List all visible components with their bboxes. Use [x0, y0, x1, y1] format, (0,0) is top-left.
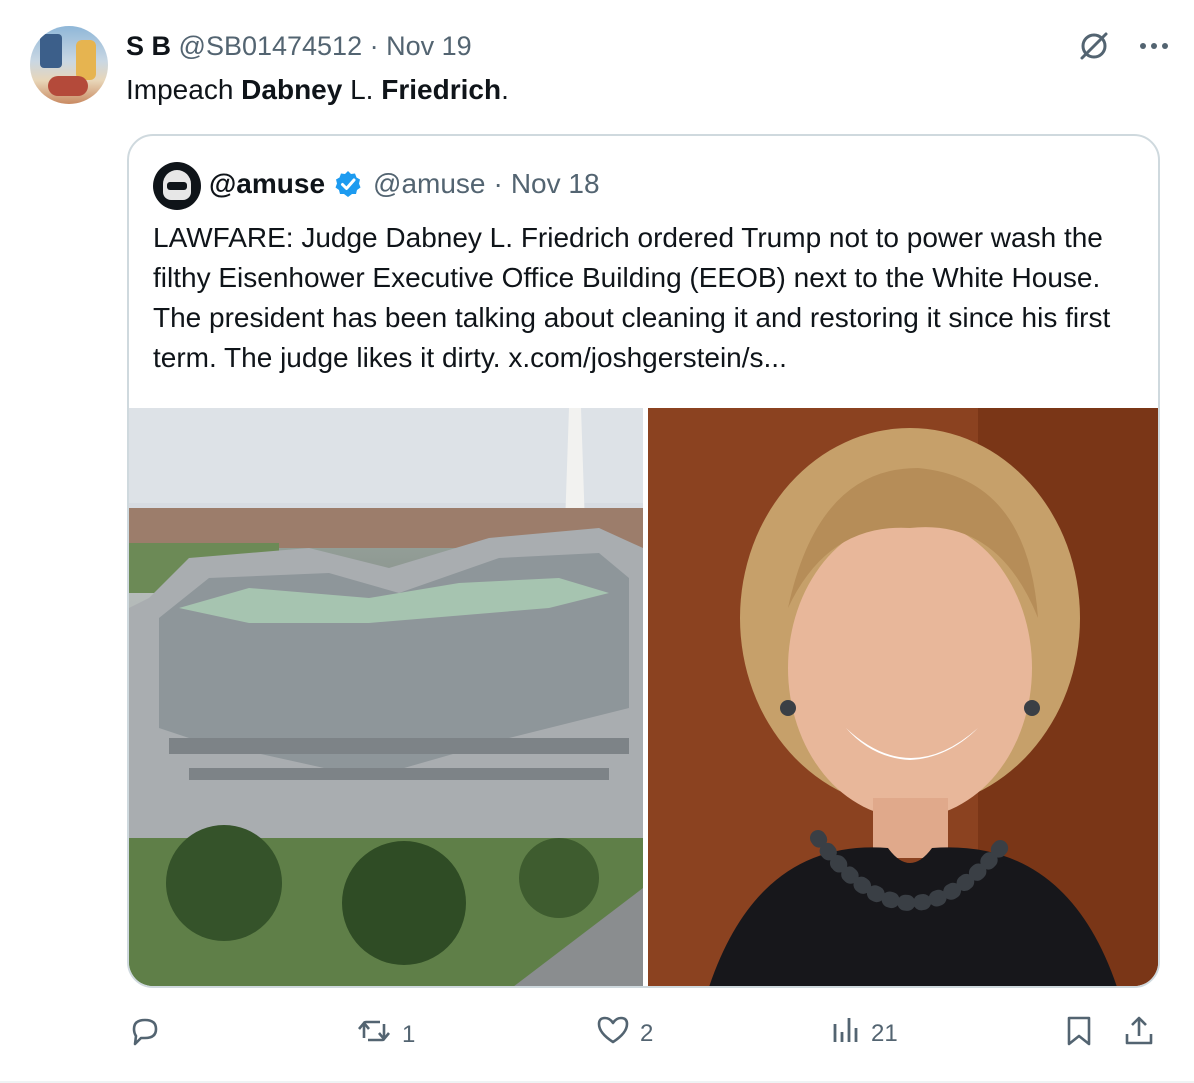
tweet-header: S B @SB01474512 · Nov 19 [126, 30, 472, 62]
reply-icon [128, 1014, 162, 1055]
separator: · [369, 31, 379, 61]
reply-button[interactable] [128, 1014, 172, 1055]
handle[interactable]: @SB01474512 [179, 31, 363, 61]
display-name[interactable]: S B [126, 31, 171, 61]
repost-button[interactable]: 1 [356, 1014, 415, 1055]
share-icon [1122, 1014, 1156, 1055]
avatar-art [40, 34, 62, 68]
share-button[interactable] [1122, 1014, 1156, 1055]
tweet-top-actions [1076, 28, 1170, 64]
like-button[interactable]: 2 [596, 1014, 653, 1053]
views-button[interactable]: 21 [831, 1014, 898, 1053]
quoted-separator: · [493, 168, 503, 199]
highlight-dabney: Dabney [241, 74, 343, 105]
views-icon [831, 1014, 861, 1053]
verified-badge-icon [333, 169, 363, 199]
grok-icon[interactable] [1076, 28, 1112, 64]
quoted-text: LAWFARE: Judge Dabney L. Friedrich order… [153, 222, 1111, 373]
tweet-actions: 1 2 21 [126, 1014, 1166, 1058]
like-count: 2 [640, 1019, 654, 1047]
quoted-handle[interactable]: @amuse [373, 166, 485, 202]
judge-portrait-photo[interactable] [648, 408, 1158, 986]
repost-count: 1 [402, 1020, 416, 1048]
timestamp[interactable]: Nov 19 [386, 31, 472, 61]
like-icon [596, 1014, 630, 1053]
bookmark-icon [1064, 1014, 1094, 1055]
quoted-header: @amuse @amuse · Nov 18 [209, 166, 600, 202]
bookmark-button[interactable] [1064, 1014, 1094, 1055]
more-icon[interactable] [1138, 41, 1170, 51]
quoted-tweet[interactable]: @amuse @amuse · Nov 18 LAWFARE: Judge Da… [127, 134, 1160, 988]
avatar[interactable] [30, 26, 108, 104]
view-count: 21 [871, 1019, 898, 1047]
highlight-friedrich: Friedrich [381, 74, 502, 105]
eeob-building-photo[interactable] [129, 408, 643, 986]
quoted-media[interactable] [129, 408, 1158, 986]
quoted-display-name[interactable]: @amuse [209, 166, 325, 202]
repost-icon [356, 1014, 392, 1055]
quoted-timestamp[interactable]: Nov 18 [511, 166, 600, 202]
tweet-text: Impeach Dabney L. Friedrich. [126, 74, 509, 105]
quoted-avatar[interactable] [153, 162, 201, 210]
